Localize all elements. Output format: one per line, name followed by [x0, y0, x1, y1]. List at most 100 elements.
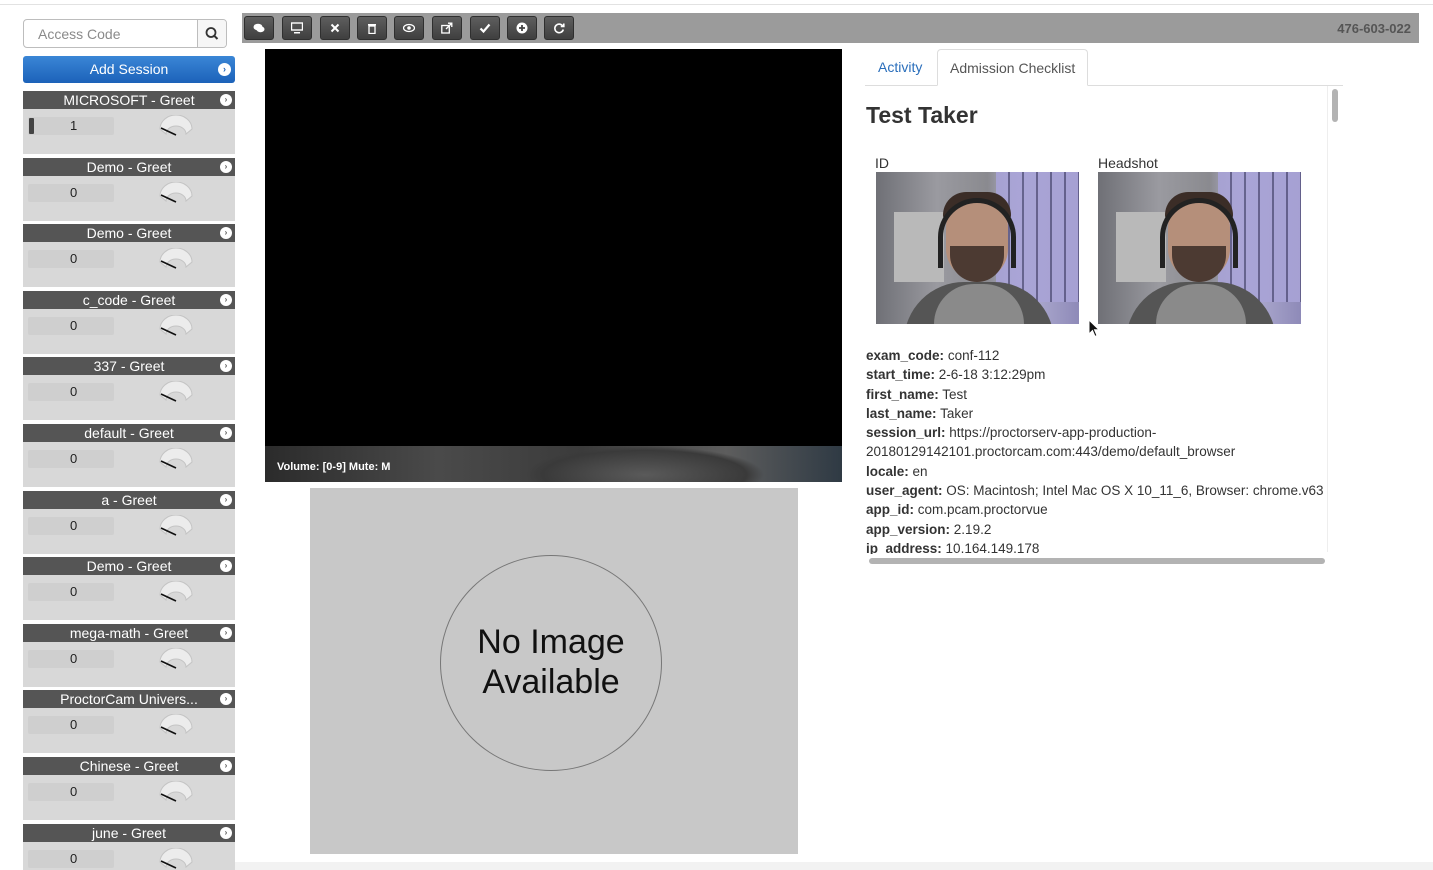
add-session-button[interactable]: Add Session ›: [23, 56, 235, 83]
session-title-bar[interactable]: Chinese - Greet ›: [23, 757, 235, 775]
detail-value: Test: [942, 386, 968, 402]
chevron-right-icon[interactable]: ›: [220, 293, 232, 306]
detail-row: app_id: com.pcam.proctorvue: [866, 500, 1336, 519]
session-count: 0: [28, 783, 114, 801]
search-button[interactable]: [197, 20, 226, 47]
session-count: 0: [28, 250, 114, 269]
session-title-bar[interactable]: a - Greet ›: [23, 490, 235, 509]
delete-button[interactable]: [357, 16, 387, 40]
add-session-label: Add Session: [89, 61, 169, 77]
chevron-right-icon[interactable]: ›: [220, 493, 232, 506]
gauge-icon: [159, 514, 193, 536]
gauge-icon: [159, 581, 193, 602]
session-title-bar[interactable]: 337 - Greet ›: [23, 357, 235, 376]
admission-checklist-panel: Test Taker ID Headshot exam_code: conf-1…: [865, 86, 1343, 554]
detail-value: https://proctorserv-app-production-: [949, 425, 1157, 441]
session-count: 0: [28, 649, 114, 668]
session-sidebar: Add Session › MICROSOFT - Greet › 1 Demo - …: [22, 18, 235, 870]
approve-button[interactable]: [470, 16, 500, 40]
chevron-right-icon[interactable]: ›: [220, 760, 232, 772]
chevron-right-icon[interactable]: ›: [220, 227, 232, 240]
detail-key: first_name:: [866, 386, 939, 402]
detail-value: Taker: [940, 405, 974, 421]
detail-key: session_url:: [866, 425, 946, 441]
chevron-right-icon[interactable]: ›: [220, 826, 232, 839]
session-title: mega-math - Greet: [69, 624, 189, 641]
eye-icon: [403, 23, 415, 33]
no-image-line1: No Image: [477, 623, 625, 661]
close-button[interactable]: [320, 16, 350, 40]
session-title-bar[interactable]: Demo - Greet ›: [23, 557, 235, 576]
tab-admission-checklist[interactable]: Admission Checklist: [937, 49, 1089, 86]
chevron-right-icon[interactable]: ›: [220, 693, 232, 706]
refresh-icon: [554, 23, 565, 34]
headshot-photo[interactable]: [1098, 172, 1301, 324]
proctor-toolbar: 476-603-022: [242, 13, 1419, 43]
session-card: MICROSOFT - Greet › 1: [23, 91, 235, 154]
detail-value: en: [912, 463, 928, 479]
session-title-bar[interactable]: Demo - Greet ›: [23, 224, 235, 243]
session-card: Demo - Greet › 0: [23, 224, 235, 288]
session-title-bar[interactable]: c_code - Greet ›: [23, 290, 235, 309]
detail-row: locale: en: [866, 462, 1336, 481]
chevron-right-icon[interactable]: ›: [220, 360, 232, 373]
chevron-right-icon[interactable]: ›: [220, 94, 232, 106]
detail-key: start_time:: [866, 367, 936, 383]
session-count: 0: [28, 316, 114, 335]
monitor-button[interactable]: [282, 16, 312, 40]
check-icon: [479, 23, 491, 34]
share-button[interactable]: [432, 16, 462, 40]
detail-row: exam_code: conf-112: [866, 346, 1336, 365]
chevron-right-icon[interactable]: ›: [220, 560, 232, 573]
detail-value: 10.164.149.178: [945, 540, 1040, 554]
detail-row: first_name: Test: [866, 385, 1336, 404]
session-title-bar[interactable]: default - Greet ›: [23, 424, 235, 442]
chat-icon: [253, 23, 265, 33]
chevron-right-icon[interactable]: ›: [220, 626, 232, 639]
no-image-placeholder: No Image Available: [310, 488, 798, 854]
id-photo[interactable]: [876, 172, 1079, 324]
session-title: Chinese - Greet: [79, 758, 179, 774]
session-count: 0: [28, 383, 114, 402]
chevron-right-icon[interactable]: ›: [220, 160, 232, 173]
add-button[interactable]: [507, 16, 537, 40]
proctor-app: { "sidebar": { "search_placeholder": "Ac…: [0, 0, 1433, 870]
gauge-icon: [159, 714, 193, 736]
tab-activity[interactable]: Activity: [866, 49, 934, 86]
detail-value: 2-6-18 3:12:29pm: [938, 367, 1046, 383]
session-title-bar[interactable]: mega-math - Greet ›: [23, 623, 235, 642]
session-title: c_code - Greet: [82, 291, 176, 308]
view-button[interactable]: [394, 16, 424, 40]
session-title-bar[interactable]: Demo - Greet ›: [23, 157, 235, 176]
session-card: c_code - Greet › 0: [23, 290, 235, 354]
search-icon: [205, 27, 219, 40]
session-title: 337 - Greet: [93, 358, 165, 375]
gauge-icon: [159, 115, 193, 136]
test-taker-name: Test Taker: [866, 102, 978, 128]
vertical-scrollbar[interactable]: [1327, 86, 1341, 552]
session-title-bar[interactable]: ProctorCam Univers... ›: [23, 690, 235, 709]
candidate-details: exam_code: conf-112 start_time: 2-6-18 3:…: [866, 346, 1336, 554]
chat-button[interactable]: [244, 16, 274, 40]
session-card: a - Greet › 0: [23, 490, 235, 554]
detail-key: app_id:: [866, 502, 915, 518]
detail-key: exam_code:: [866, 348, 945, 363]
horizontal-scrollbar[interactable]: [867, 556, 1327, 566]
gauge-icon: [159, 781, 193, 802]
session-title-bar[interactable]: MICROSOFT - Greet ›: [23, 91, 235, 109]
detail-value: OS: Macintosh; Intel Mac OS X 10_11_6, B…: [946, 483, 1324, 499]
refresh-button[interactable]: [544, 16, 574, 40]
top-border: [0, 0, 1433, 5]
detail-key: app_version:: [866, 521, 951, 537]
gauge-icon: [159, 181, 193, 203]
gauge-icon: [159, 847, 193, 869]
plus-circle-icon: [516, 22, 528, 34]
live-video-feed[interactable]: Volume: [0-9] Mute: M: [265, 49, 842, 482]
access-code-input[interactable]: [24, 20, 199, 47]
session-title-bar[interactable]: june - Greet ›: [23, 823, 235, 842]
gauge-icon: [159, 314, 193, 336]
chevron-right-icon[interactable]: ›: [220, 427, 232, 439]
access-code-search: [23, 19, 227, 48]
detail-row: 20180129142101.proctorcam.com:443/demo/d…: [866, 442, 1336, 461]
session-count: 0: [28, 450, 114, 468]
